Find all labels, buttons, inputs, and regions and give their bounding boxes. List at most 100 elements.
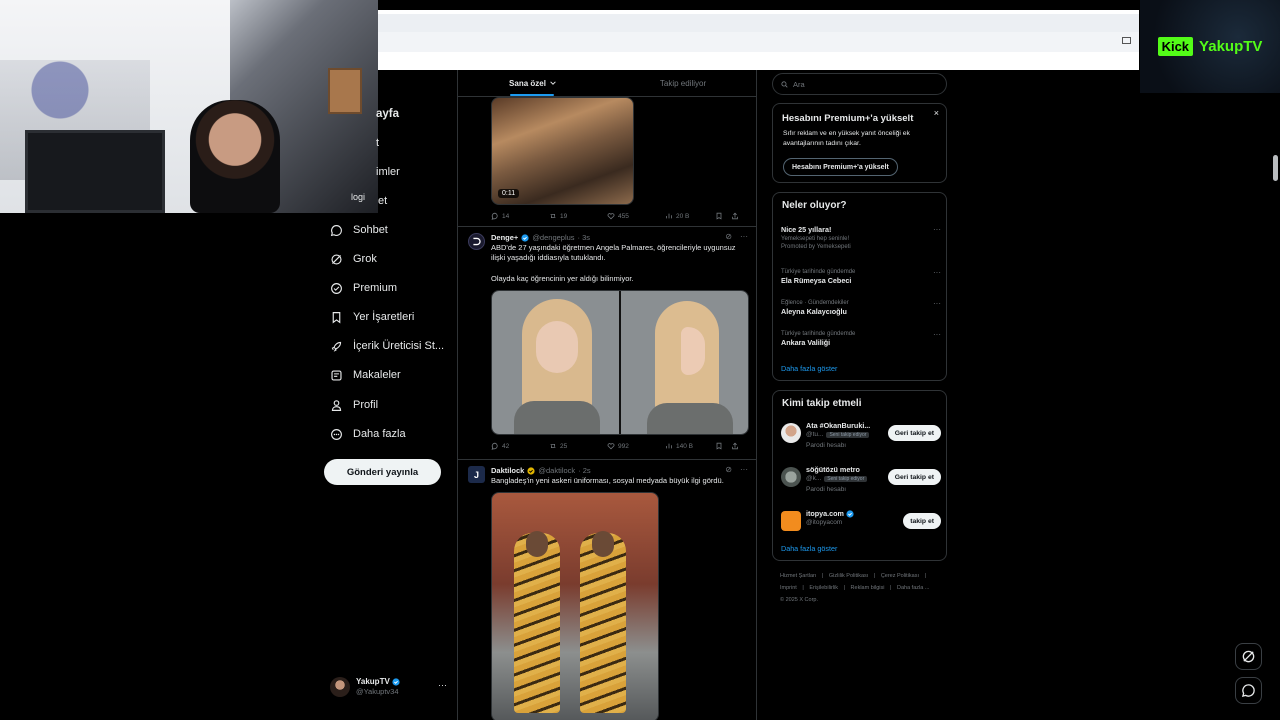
- tweet-daktilock[interactable]: J Daktilock @daktilock · 2s ⊘ ··· Bangla…: [458, 460, 756, 720]
- account-names: YakupTV @Yakuptv34: [356, 677, 400, 697]
- tweet-actions: 14 19 455 20 B: [491, 210, 751, 222]
- follow-suggestion[interactable]: Ata #OkanBuruki... @tu... Seni takip edi…: [781, 421, 941, 457]
- nav-item-chat[interactable]: Sohbet: [330, 219, 388, 241]
- grok-icon[interactable]: ⊘: [725, 465, 732, 474]
- nav-item-more[interactable]: Daha fazla: [330, 423, 406, 445]
- tweet-video[interactable]: 0:11 14 19 455 20 B: [458, 70, 756, 227]
- more-icon[interactable]: ···: [933, 299, 941, 308]
- image-figure-left: [514, 531, 560, 713]
- bookmark-icon[interactable]: [715, 212, 723, 220]
- author-name[interactable]: Daktilock: [491, 466, 524, 475]
- trend-item[interactable]: Türkiye tarihinde gündemde Ankara Valili…: [781, 330, 941, 348]
- nav-item-articles[interactable]: Makaleler: [330, 364, 401, 386]
- more-icon[interactable]: ···: [740, 465, 748, 474]
- author-handle[interactable]: @daktilock: [538, 466, 575, 475]
- follow-suggestion[interactable]: itopya.com @itopyacom takip et: [781, 509, 941, 545]
- nav-item-bookmarks[interactable]: Yer İşaretleri: [330, 306, 414, 328]
- close-icon[interactable]: ×: [934, 108, 939, 118]
- like-button[interactable]: 455: [607, 212, 665, 220]
- author-name[interactable]: Denge+: [491, 233, 518, 242]
- like-button[interactable]: 992: [607, 442, 665, 450]
- chat-icon: [1241, 684, 1255, 698]
- extension-icon[interactable]: [1122, 37, 1131, 44]
- who-to-follow-title: Kimi takip etmeli: [782, 398, 862, 409]
- webcam-picture-frame: [328, 68, 362, 114]
- trend-meta: Eğlence · Gündemdekiler: [781, 300, 849, 306]
- reply-icon: [491, 212, 498, 220]
- tweet-video-media[interactable]: 0:11: [491, 97, 634, 205]
- nav-item-creator-studio[interactable]: İçerik Üreticisi St...: [330, 335, 444, 357]
- footer-link-more[interactable]: Daha fazla ...: [897, 585, 929, 591]
- tweet-actions: 42 25 992 140 B: [491, 440, 751, 452]
- footer-link-ads-info[interactable]: Reklam bilgisi: [851, 585, 885, 591]
- grok-icon[interactable]: ⊘: [725, 232, 732, 241]
- nav-explore-partial[interactable]: t: [376, 137, 379, 149]
- nav-item-label: Profil: [353, 399, 379, 411]
- more-icon[interactable]: ···: [933, 225, 941, 234]
- author-handle[interactable]: @dengeplus: [532, 233, 574, 242]
- account-switcher[interactable]: YakupTV @Yakuptv34 ···: [330, 676, 450, 698]
- follow-back-button[interactable]: Geri takip et: [887, 469, 941, 485]
- more-circle-icon: [331, 428, 342, 440]
- follow-suggestion[interactable]: söğütözü metro @k... Seni takip ediyor P…: [781, 465, 941, 501]
- nav-notifications-partial[interactable]: imler: [376, 166, 400, 178]
- nav-home-partial[interactable]: ayfa: [376, 108, 399, 120]
- account-more-icon[interactable]: ···: [438, 680, 447, 690]
- nav-messages-partial[interactable]: et: [378, 195, 387, 207]
- search-input[interactable]: Ara: [772, 73, 947, 95]
- footer-link-terms[interactable]: Hizmet Şartları: [780, 573, 816, 579]
- footer-link-imprint[interactable]: Imprint: [780, 585, 797, 591]
- tweet-text: Olayda kaç öğrencinin yer aldığı bilinmi…: [491, 274, 634, 283]
- follow-back-button[interactable]: Geri takip et: [887, 425, 941, 441]
- post-button[interactable]: Gönderi yayınla: [324, 459, 441, 485]
- bookmark-icon[interactable]: [715, 442, 723, 450]
- follow-button[interactable]: takip et: [903, 513, 941, 529]
- repost-button[interactable]: 19: [549, 212, 607, 220]
- trend-topic: Aleyna Kalaycıoğlu: [781, 307, 847, 316]
- reply-button[interactable]: 42: [491, 442, 549, 450]
- rocket-icon: [331, 341, 342, 352]
- parody-label: Parodi hesabı: [806, 442, 847, 449]
- nav-item-grok[interactable]: Grok: [330, 248, 377, 270]
- who-to-follow-show-more-link[interactable]: Daha fazla göster: [781, 544, 837, 553]
- share-icon[interactable]: [731, 442, 739, 450]
- views-button[interactable]: 20 B: [665, 212, 715, 220]
- trends-show-more-link[interactable]: Daha fazla göster: [781, 364, 837, 373]
- tweet-tools: [715, 212, 739, 220]
- who-to-follow-card: Kimi takip etmeli Ata #OkanBuruki... @tu…: [772, 390, 947, 561]
- trend-item[interactable]: Türkiye tarihinde gündemde Ela Rümeysa C…: [781, 268, 941, 286]
- trend-item-promoted[interactable]: Nice 25 yıllara! Yemeksepeti hep seninle…: [781, 225, 941, 251]
- tweet-denge[interactable]: Denge+ @dengeplus · 3s ⊘ ··· ABD'de 27 y…: [458, 227, 756, 460]
- repost-button[interactable]: 25: [549, 442, 607, 450]
- page-scrollbar[interactable]: [1273, 155, 1278, 181]
- views-button[interactable]: 140 B: [665, 442, 715, 450]
- tweet-image[interactable]: [491, 492, 659, 720]
- avatar[interactable]: [468, 233, 485, 250]
- suggestion-name: Ata #OkanBuruki...: [806, 421, 871, 430]
- footer-line-1: Hizmet Şartları | Gizlilik Politikası | …: [780, 570, 945, 582]
- footer-link-accessibility[interactable]: Erişilebilirlik: [809, 585, 838, 591]
- footer-link-cookies[interactable]: Çerez Politikası: [881, 573, 919, 579]
- like-count: 992: [618, 442, 629, 450]
- browser-address-bar[interactable]: [378, 32, 1139, 52]
- premium-upgrade-button[interactable]: Hesabını Premium+'a yükselt: [783, 158, 898, 176]
- messages-float-button[interactable]: [1235, 677, 1262, 704]
- views-count: 140 B: [676, 442, 693, 450]
- trend-item[interactable]: Eğlence · Gündemdekiler Aleyna Kalaycıoğ…: [781, 299, 941, 317]
- more-icon[interactable]: ···: [933, 268, 941, 277]
- follows-you-badge: Seni takip ediyor: [826, 431, 870, 438]
- nav-item-profile[interactable]: Profil: [330, 394, 378, 416]
- suggestion-handle: @k...: [806, 475, 822, 482]
- more-icon[interactable]: ···: [933, 330, 941, 339]
- more-icon[interactable]: ···: [740, 232, 748, 241]
- reply-button[interactable]: 14: [491, 212, 549, 220]
- footer-line-2: Imprint | Erişilebilirlik | Reklam bilgi…: [780, 582, 945, 594]
- webcam-monitor: [25, 130, 165, 213]
- nav-item-premium[interactable]: Premium: [330, 277, 397, 299]
- footer-link-privacy[interactable]: Gizlilik Politikası: [829, 573, 868, 579]
- mugshot-front: [492, 291, 621, 434]
- avatar[interactable]: J: [468, 466, 485, 483]
- tweet-image[interactable]: [491, 290, 749, 435]
- share-icon[interactable]: [731, 212, 739, 220]
- grok-float-button[interactable]: [1235, 643, 1262, 670]
